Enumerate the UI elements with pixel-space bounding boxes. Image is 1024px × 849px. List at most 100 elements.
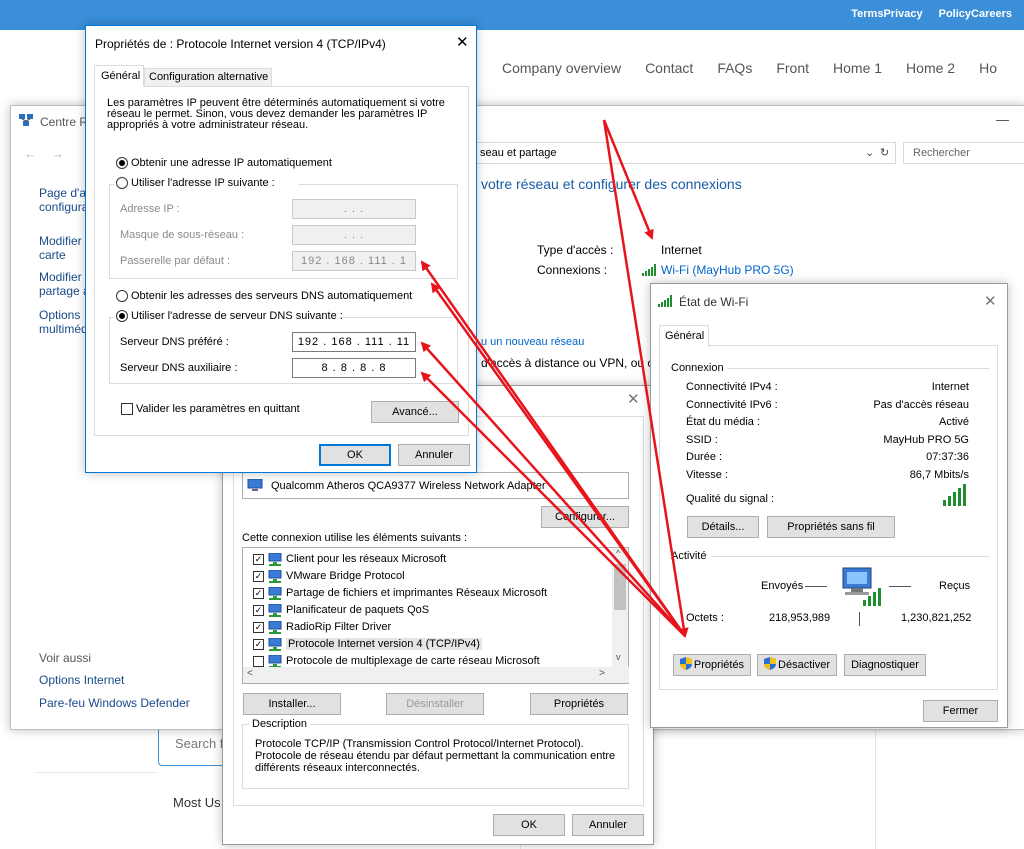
nav-company-overview[interactable]: Company overview — [502, 60, 621, 76]
refresh-icon[interactable]: ↻ — [880, 146, 889, 159]
wifi-connection-link[interactable]: Wi-Fi (MayHub PRO 5G) — [661, 263, 794, 277]
see-also-heading: Voir aussi — [39, 651, 92, 665]
radio-auto-ip[interactable] — [116, 157, 128, 169]
ok-button[interactable]: OK — [493, 814, 565, 836]
close-icon[interactable]: ✕ — [456, 33, 469, 51]
item-checkbox[interactable]: ✓ — [253, 554, 264, 565]
alternate-dns-label: Serveur DNS auxiliaire : — [120, 362, 238, 374]
uninstall-button[interactable]: Désinstaller — [386, 693, 484, 715]
status-label: Vitesse : — [686, 468, 728, 481]
tab-alternate-config[interactable]: Configuration alternative — [144, 68, 272, 87]
remote-access-text: d'accès à distance ou VPN, ou co — [481, 356, 661, 370]
access-type-value: Internet — [661, 243, 702, 257]
divider — [805, 586, 827, 587]
scrollbar-thumb[interactable] — [614, 564, 626, 610]
ok-button[interactable]: OK — [319, 444, 391, 466]
search-input[interactable]: Rechercher — [903, 142, 1024, 164]
sidebar-link-media[interactable]: Options — [39, 308, 80, 322]
radio-manual-ip[interactable] — [116, 177, 128, 189]
back-arrow-icon[interactable]: ← — [24, 146, 37, 161]
details-button[interactable]: Détails... — [687, 516, 759, 538]
gateway-field[interactable]: 192 . 168 . 111 . 1 — [292, 251, 416, 271]
validate-label: Valider les paramètres en quittant — [136, 403, 300, 415]
configure-button[interactable]: Configurer... — [541, 506, 629, 528]
policy-careers-link[interactable]: PolicyCareers — [939, 8, 1012, 20]
defender-firewall-link[interactable]: Pare-feu Windows Defender — [39, 696, 190, 710]
item-checkbox[interactable]: ✓ — [253, 588, 264, 599]
nav-home-1[interactable]: Home 1 — [833, 60, 882, 76]
divider — [711, 556, 989, 557]
forward-arrow-icon[interactable]: → — [51, 146, 64, 161]
connections-label: Connexions : — [537, 263, 608, 277]
nav-front[interactable]: Front — [776, 60, 809, 76]
divider — [875, 730, 876, 849]
status-value: Activé — [939, 416, 969, 428]
item-checkbox[interactable]: ✓ — [253, 571, 264, 582]
radio-manual-dns-label: Utiliser l'adresse de serveur DNS suivan… — [131, 310, 343, 322]
close-icon[interactable]: ✕ — [984, 292, 997, 310]
item-checkbox[interactable]: ✓ — [253, 639, 264, 650]
wireless-properties-button[interactable]: Propriétés sans fil — [767, 516, 895, 538]
radio-auto-dns[interactable] — [116, 290, 128, 302]
item-checkbox[interactable]: ✓ — [253, 605, 264, 616]
properties-button[interactable]: Propriétés — [673, 654, 751, 676]
sidebar-link-adapter[interactable]: Modifier — [39, 234, 82, 248]
status-value: 07:37:36 — [926, 451, 969, 463]
radio-manual-dns[interactable] — [116, 310, 128, 322]
preferred-dns-field[interactable]: 192 . 168 . 111 . 11 — [292, 332, 416, 352]
sidebar-link-home-2[interactable]: configura — [39, 200, 88, 214]
minimize-button[interactable]: — — [996, 112, 1009, 127]
activity-group-title: Activité — [668, 550, 710, 562]
properties-button[interactable]: Propriétés — [530, 693, 628, 715]
install-button[interactable]: Installer... — [243, 693, 341, 715]
advanced-button[interactable]: Avancé... — [371, 401, 459, 423]
cancel-button[interactable]: Annuler — [572, 814, 644, 836]
scrollbar-horizontal[interactable]: < > — [243, 667, 629, 683]
scrollbar-vertical[interactable]: ^ v — [612, 548, 628, 668]
close-button[interactable]: Fermer — [923, 700, 998, 722]
nav-home-3[interactable]: Ho — [979, 60, 997, 76]
address-bar[interactable]: seau et partage ⌄ ↻ — [476, 142, 896, 164]
scroll-down-icon[interactable]: v — [616, 652, 621, 662]
status-value: 86,7 Mbits/s — [909, 468, 969, 481]
status-value: Pas d'accès réseau — [873, 398, 969, 411]
item-label: Planificateur de paquets QoS — [286, 604, 430, 616]
components-list[interactable]: ✓ Client pour les réseaux Microsoft ✓ VMwar… — [242, 547, 629, 684]
validate-checkbox[interactable] — [121, 403, 133, 415]
chevron-down-icon[interactable]: ⌄ — [865, 146, 874, 159]
cancel-button[interactable]: Annuler — [398, 444, 470, 466]
ip-address-field[interactable]: . . . — [292, 199, 416, 219]
nav-faqs[interactable]: FAQs — [717, 60, 752, 76]
sidebar-link-media-2[interactable]: multiméd — [39, 322, 88, 336]
internet-options-link[interactable]: Options Internet — [39, 673, 124, 687]
radio-manual-ip-label: Utiliser l'adresse IP suivante : — [131, 177, 275, 189]
terms-privacy-link[interactable]: TermsPrivacy — [851, 8, 922, 20]
sidebar-link-adapter-2[interactable]: carte — [39, 248, 66, 262]
signal-strength-icon — [943, 484, 973, 509]
alternate-dns-field[interactable]: 8 . 8 . 8 . 8 — [292, 358, 416, 378]
nav-contact[interactable]: Contact — [645, 60, 693, 76]
sidebar-link-sharing-2[interactable]: partage a — [39, 284, 90, 298]
close-icon[interactable]: ✕ — [627, 390, 640, 408]
network-component-icon — [267, 552, 283, 566]
scroll-right-icon[interactable]: > — [599, 668, 605, 679]
tab-general-label: Général — [101, 70, 141, 82]
tab-general[interactable]: Général — [659, 325, 709, 347]
item-checkbox[interactable] — [253, 656, 264, 667]
scroll-up-icon[interactable]: ^ — [616, 548, 620, 558]
new-network-link[interactable]: u un nouveau réseau — [481, 336, 584, 348]
site-most-used: Most Us — [173, 795, 221, 810]
ip-address-label: Adresse IP : — [120, 203, 180, 215]
diagnose-button[interactable]: Diagnostiquer — [844, 654, 926, 676]
disable-button[interactable]: Désactiver — [757, 654, 837, 676]
shield-icon — [679, 657, 692, 670]
scroll-left-icon[interactable]: < — [247, 668, 253, 679]
sidebar-link-sharing[interactable]: Modifier — [39, 270, 82, 284]
tab-general[interactable]: Général — [94, 65, 144, 87]
item-checkbox[interactable]: ✓ — [253, 622, 264, 633]
nav-home-2[interactable]: Home 2 — [906, 60, 955, 76]
wifi-signal-icon — [658, 295, 674, 310]
uses-elements-label: Cette connexion utilise les éléments sui… — [242, 532, 468, 544]
access-type-label: Type d'accès : — [537, 243, 614, 257]
subnet-mask-field[interactable]: . . . — [292, 225, 416, 245]
